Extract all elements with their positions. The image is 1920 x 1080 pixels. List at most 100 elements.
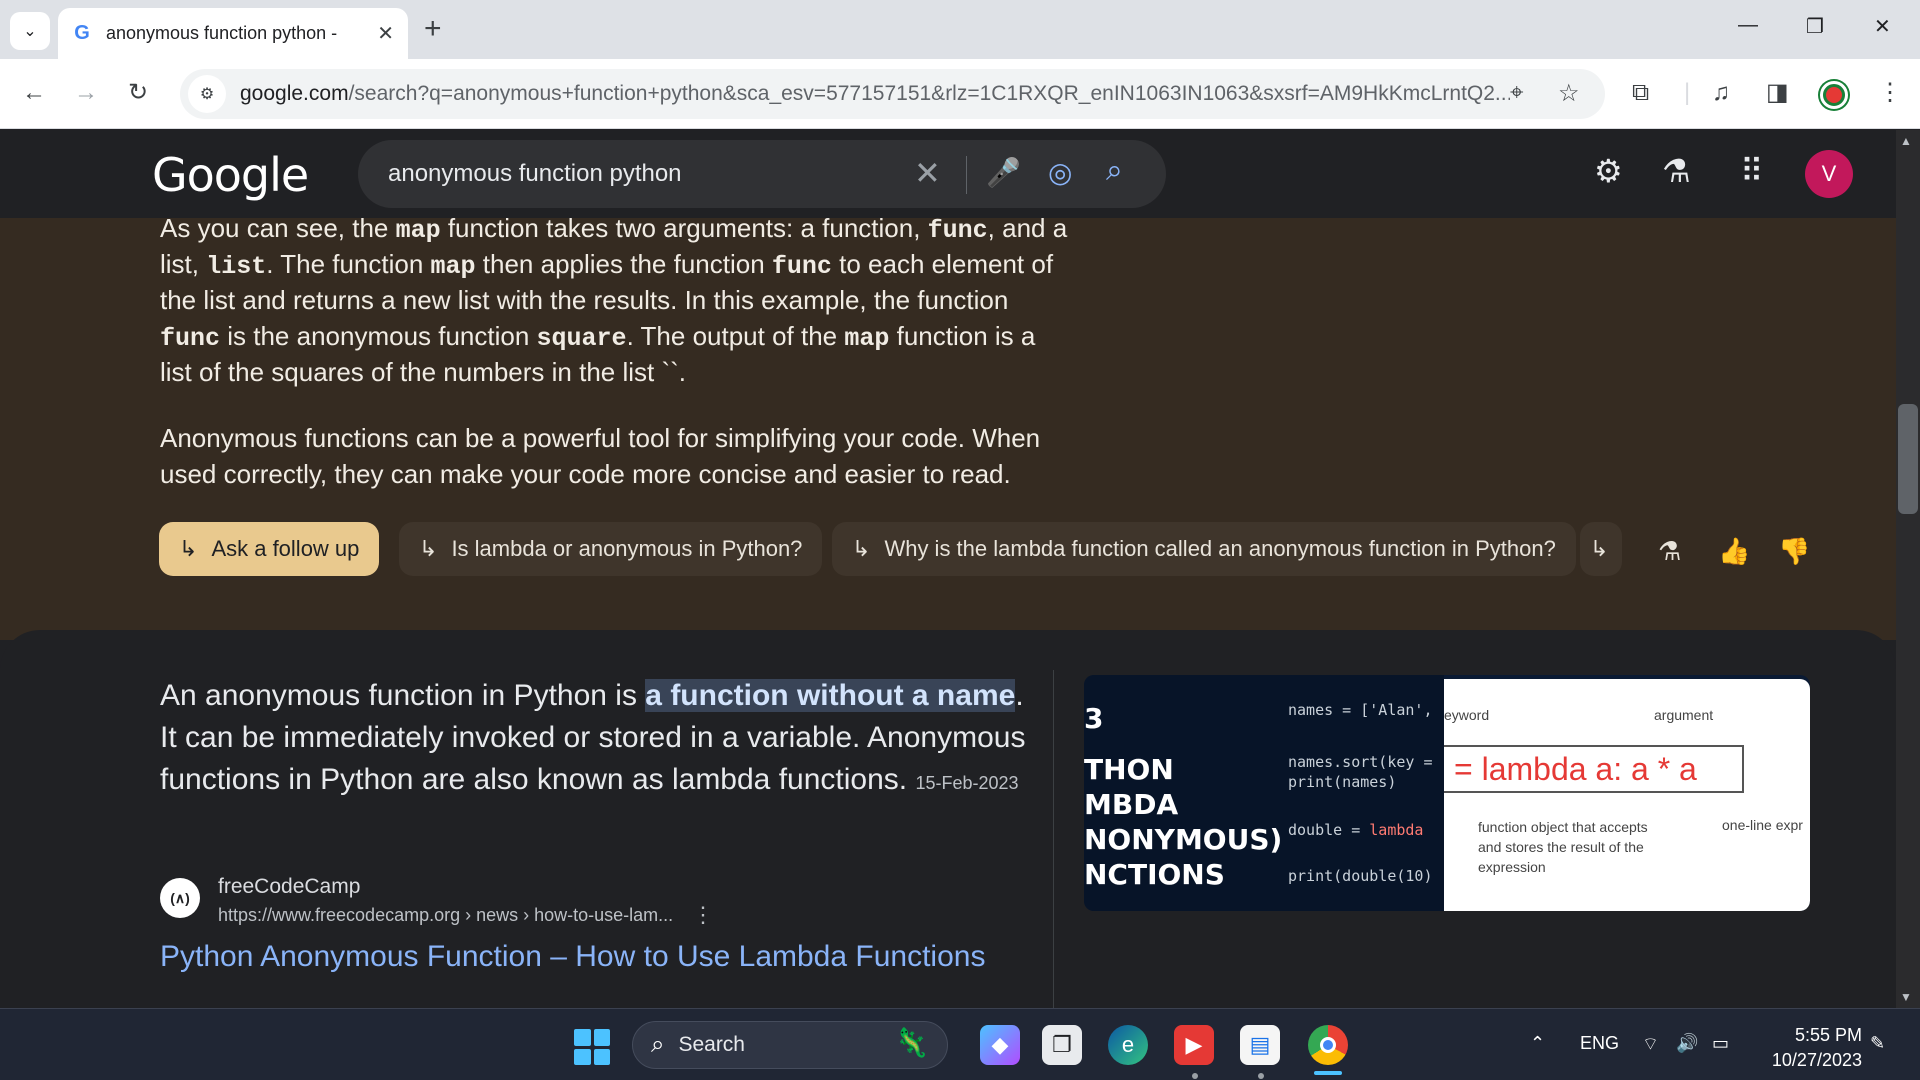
running-indicator <box>1192 1073 1198 1079</box>
ai-para2-line-1: Anonymous functions can be a powerful to… <box>160 423 1041 453</box>
scrollbar-thumb[interactable] <box>1898 404 1918 514</box>
wifi-icon[interactable]: ⌔ <box>1642 1033 1659 1056</box>
extensions-icon[interactable]: ⧉ <box>1632 79 1649 107</box>
image-note: function object that accepts <box>1478 819 1648 835</box>
forward-icon[interactable]: → <box>74 79 98 107</box>
settings-gear-icon[interactable]: ⚙ <box>1594 152 1623 190</box>
battery-icon[interactable]: ▭ <box>1712 1033 1729 1054</box>
google-favicon-icon: G <box>74 22 90 44</box>
profile-avatar[interactable] <box>1820 81 1848 109</box>
copilot-icon[interactable]: ◆ <box>980 1025 1020 1065</box>
freecodecamp-favicon-icon[interactable]: (∧) <box>160 878 200 918</box>
microphone-icon[interactable]: 🎤 <box>986 156 1021 189</box>
image-code-line: double = lambda <box>1288 821 1424 839</box>
page-scrollbar[interactable] <box>1896 130 1920 1008</box>
snippet-highlight: a function without a name <box>645 679 1016 712</box>
toolbar-divider: | <box>1684 79 1691 106</box>
image-argument-label: argument <box>1654 707 1714 723</box>
image-code-line: names.sort(key = <box>1288 753 1433 771</box>
site-info-icon[interactable]: ⚙ <box>188 75 226 113</box>
reload-icon[interactable]: ↻ <box>128 79 148 107</box>
notifications-icon[interactable]: ✎ <box>1870 1033 1885 1054</box>
active-app-indicator <box>1314 1071 1342 1075</box>
suggestion-chip[interactable]: ↳ Is lambda or anonymous in Python? <box>399 522 823 576</box>
reply-arrow-icon: ↳ <box>419 536 438 561</box>
bookmark-star-icon[interactable]: ☆ <box>1558 79 1580 108</box>
reply-arrow-icon: ↳ <box>1590 536 1609 561</box>
side-panel-icon[interactable]: ◨ <box>1766 79 1789 107</box>
more-menu-icon[interactable]: ⋮ <box>1878 79 1902 107</box>
ask-follow-up-chip[interactable]: ↳ Ask a follow up <box>159 522 380 576</box>
chevron-up-icon[interactable]: ⌃ <box>1530 1033 1545 1054</box>
taskbar-search[interactable]: ⌕ Search 🦎 <box>632 1021 948 1069</box>
reply-arrow-icon: ↳ <box>179 536 198 561</box>
chrome-icon[interactable] <box>1308 1025 1348 1065</box>
apps-grid-icon[interactable]: ⠿ <box>1740 152 1763 190</box>
scroll-down-icon[interactable]: ▼ <box>1900 990 1912 1004</box>
image-title-line: NCTIONS <box>1084 858 1225 891</box>
image-code-line: print(names) <box>1288 773 1397 791</box>
system-clock[interactable]: 5:55 PM 10/27/2023 <box>1752 1023 1862 1073</box>
google-logo[interactable]: Google <box>152 148 309 202</box>
source-url[interactable]: https://www.freecodecamp.org › news › ho… <box>218 905 673 926</box>
ai-line-3: the list and returns a new list with the… <box>160 285 1009 315</box>
result-title-link[interactable]: Python Anonymous Function – How to Use L… <box>160 940 985 974</box>
snippet-image[interactable]: 3 THON MBDA NONYMOUS) NCTIONS names = ['… <box>1084 675 1810 911</box>
minimize-icon[interactable]: — <box>1738 14 1758 37</box>
browser-tab[interactable]: G anonymous function python - ✕ <box>58 8 408 59</box>
clear-search-icon[interactable]: ✕ <box>914 154 941 192</box>
search-input[interactable]: anonymous function python <box>388 160 908 188</box>
tab-title: anonymous function python - <box>106 23 338 43</box>
location-pin-icon[interactable]: ⌖ <box>1510 79 1524 107</box>
taskbar-search-label: Search <box>678 1033 745 1056</box>
media-controls-icon[interactable]: ♫ <box>1712 79 1730 107</box>
address-bar[interactable]: ⚙ google.com/search?q=anonymous+function… <box>180 69 1605 119</box>
browser-toolbar: ← → ↻ ⚙ google.com/search?q=anonymous+fu… <box>0 59 1920 129</box>
ai-line-4: func is the anonymous function square. T… <box>160 321 1036 353</box>
suggestion-chip-overflow[interactable]: ↳ <box>1580 522 1622 576</box>
tab-strip: ⌄ G anonymous function python - ✕ + — ❐ … <box>0 0 1920 59</box>
windows-start-icon[interactable] <box>574 1029 610 1065</box>
tab-close-icon[interactable]: ✕ <box>377 21 394 46</box>
labs-flask-icon[interactable]: ⚗ <box>1658 536 1681 567</box>
edge-icon[interactable]: e <box>1108 1025 1148 1065</box>
tab-search-button[interactable]: ⌄ <box>10 12 50 50</box>
image-dark-panel: 3 THON MBDA NONYMOUS) NCTIONS names = ['… <box>1084 675 1444 911</box>
image-code-line: print(double(10) <box>1288 867 1433 885</box>
clock-time: 5:55 PM <box>1794 1025 1862 1045</box>
url-text[interactable]: google.com/search?q=anonymous+function+p… <box>240 82 1510 106</box>
image-title-line: NONYMOUS) <box>1084 823 1283 856</box>
language-indicator[interactable]: ENG <box>1580 1033 1619 1054</box>
snippet-divider <box>1053 670 1054 1010</box>
image-note: one-line expr <box>1722 817 1803 833</box>
search-box[interactable]: anonymous function python ✕ 🎤 ◎ ⌕ <box>358 140 1166 208</box>
thumbs-up-icon[interactable]: 👍 <box>1718 536 1750 567</box>
youtube-icon[interactable]: ▶ <box>1174 1025 1214 1065</box>
snippet-text: An anonymous function in Python is a fun… <box>160 679 1026 796</box>
chip-label: Is lambda or anonymous in Python? <box>451 536 803 561</box>
chevron-down-icon: ⌄ <box>23 23 37 40</box>
ai-line-5: list of the squares of the numbers in th… <box>160 357 687 387</box>
account-avatar[interactable]: V <box>1805 150 1853 198</box>
close-window-icon[interactable]: ✕ <box>1874 14 1891 39</box>
clock-date: 10/27/2023 <box>1771 1050 1862 1070</box>
featured-snippet: An anonymous function in Python is a fun… <box>0 630 1896 1010</box>
labs-flask-icon[interactable]: ⚗ <box>1662 152 1691 190</box>
volume-icon[interactable]: 🔊 <box>1676 1033 1698 1054</box>
windows-taskbar: ⌕ Search 🦎 ◆ ❐ e ▶ ▤ ⌃ ENG ⌔ 🔊 ▭ 5:55 PM… <box>0 1008 1920 1080</box>
file-icon[interactable]: ▤ <box>1240 1025 1280 1065</box>
thumbs-down-icon[interactable]: 👎 <box>1778 536 1810 567</box>
restore-icon[interactable]: ❐ <box>1806 14 1824 39</box>
back-icon[interactable]: ← <box>22 79 46 107</box>
reply-arrow-icon: ↳ <box>852 536 871 561</box>
google-lens-icon[interactable]: ◎ <box>1048 156 1072 189</box>
search-icon: ⌕ <box>651 1031 665 1058</box>
source-name[interactable]: freeCodeCamp <box>218 875 360 899</box>
google-header: Google anonymous function python ✕ 🎤 ◎ ⌕… <box>0 130 1896 218</box>
task-view-icon[interactable]: ❐ <box>1042 1025 1082 1065</box>
scroll-up-icon[interactable]: ▲ <box>1900 134 1912 148</box>
more-options-icon[interactable]: ⋮ <box>692 902 714 928</box>
search-icon[interactable]: ⌕ <box>1106 154 1123 188</box>
suggestion-chip[interactable]: ↳ Why is the lambda function called an an… <box>832 522 1576 576</box>
new-tab-button[interactable]: + <box>424 14 442 44</box>
